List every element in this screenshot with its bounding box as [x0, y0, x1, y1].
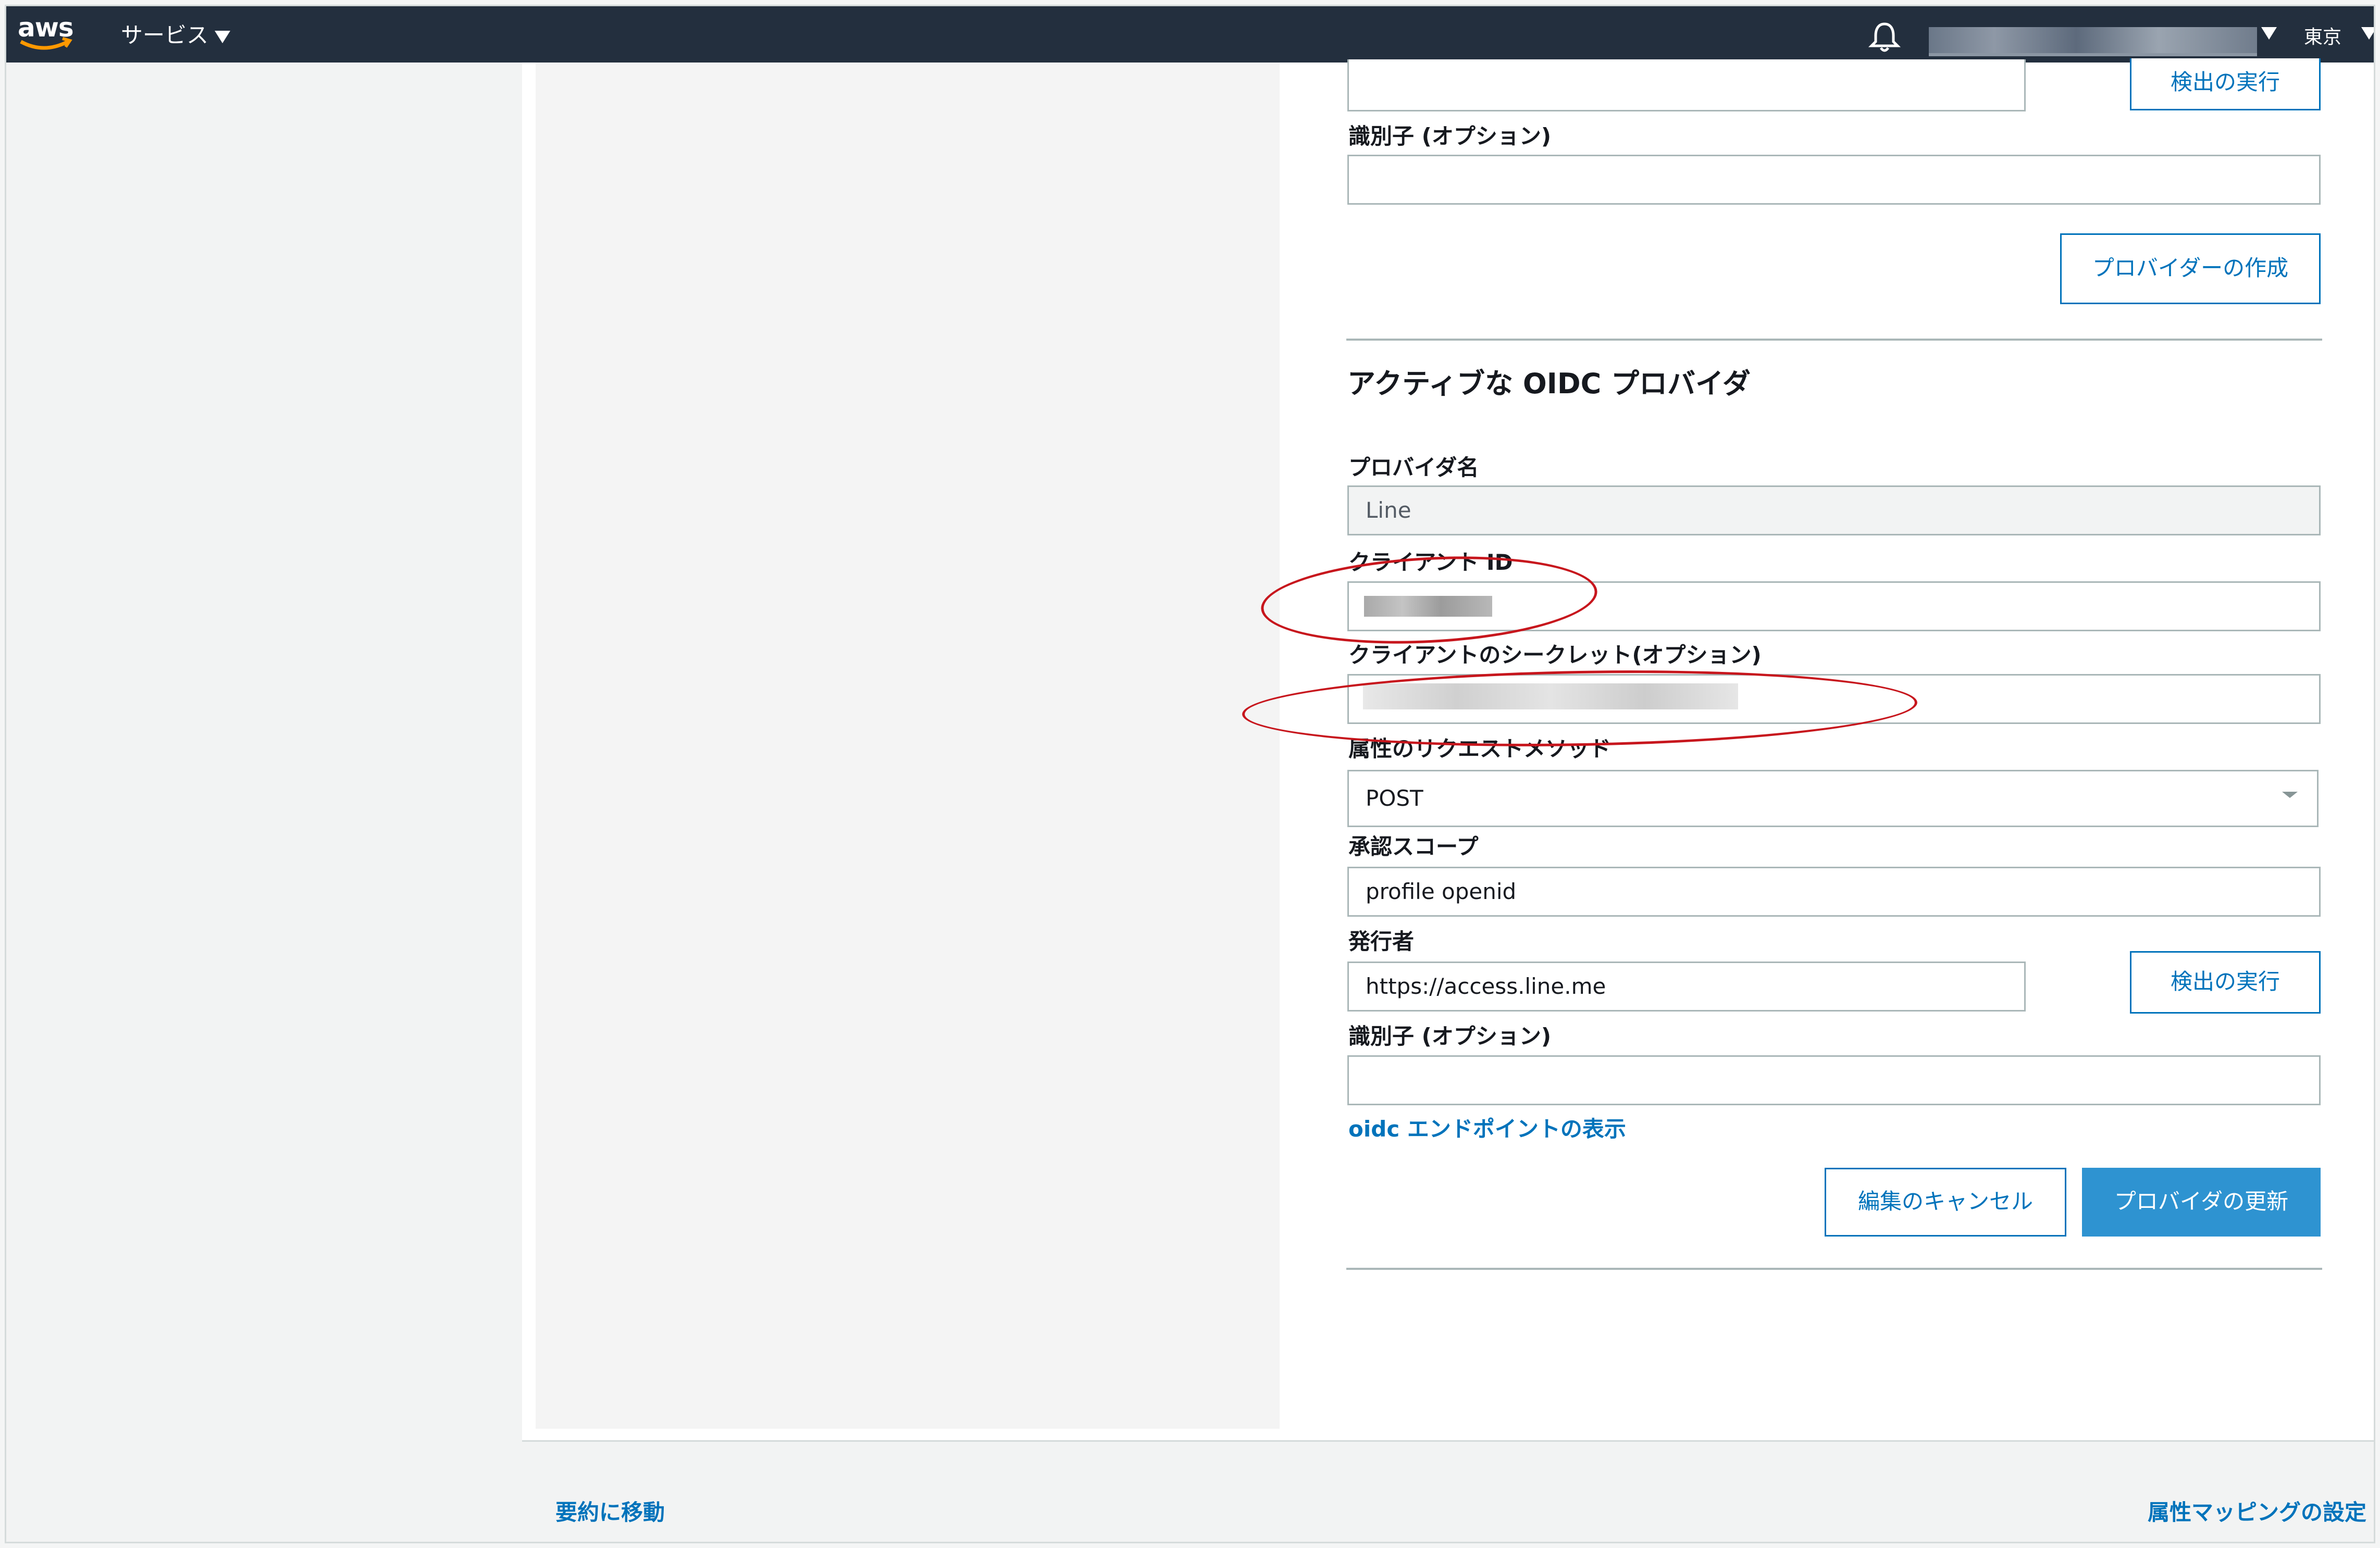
provider-name-label: プロバイダ名 — [1348, 455, 1479, 480]
oidc-endpoints-link[interactable]: oidc エンドポイントの表示 — [1348, 1112, 1626, 1143]
left-info-column — [536, 63, 1280, 1429]
chevron-down-icon — [215, 30, 231, 43]
region-selector[interactable]: 東京 — [2304, 22, 2341, 49]
update-provider-button[interactable]: プロバイダの更新 — [2082, 1168, 2321, 1237]
section-divider — [1346, 339, 2322, 341]
identifier-label: 識別子 (オプション) — [1348, 1023, 1552, 1049]
provider-name-field: Line — [1347, 485, 2321, 535]
section-divider — [1346, 1268, 2322, 1270]
section-title: アクティブな OIDC プロバイダ — [1347, 367, 1751, 400]
attr-method-select[interactable]: POST — [1347, 770, 2319, 827]
aws-smile-icon — [20, 37, 72, 50]
services-label: サービス — [121, 22, 209, 48]
account-menu-masked[interactable] — [1929, 27, 2257, 56]
attribute-mapping-link[interactable]: 属性マッピングの設定 — [2148, 1495, 2366, 1527]
prev-identifier-input[interactable] — [1347, 155, 2321, 205]
services-menu[interactable]: サービス — [121, 18, 231, 49]
scope-input[interactable]: profile openid — [1347, 867, 2321, 917]
browser-frame: aws サービス 東京 検出の実行 識別子 (オプション) プロバイダーの作成 … — [5, 5, 2375, 1543]
prev-detect-button[interactable]: 検出の実行 — [2130, 58, 2321, 110]
issuer-label: 発行者 — [1348, 929, 1415, 954]
aws-logo[interactable]: aws — [18, 13, 75, 54]
chevron-down-icon[interactable] — [2361, 27, 2374, 40]
chevron-down-icon[interactable] — [2282, 792, 2298, 798]
chevron-down-icon[interactable] — [2261, 27, 2277, 40]
bell-icon[interactable] — [1866, 19, 1903, 55]
top-navigation-bar: aws サービス 東京 — [6, 6, 2374, 63]
identifier-input[interactable] — [1347, 1055, 2321, 1105]
detect-button[interactable]: 検出の実行 — [2130, 951, 2321, 1014]
cancel-edit-button[interactable]: 編集のキャンセル — [1825, 1168, 2066, 1237]
prev-issuer-input[interactable] — [1347, 59, 2026, 111]
issuer-input[interactable]: https://access.line.me — [1347, 962, 2026, 1012]
scope-label: 承認スコープ — [1348, 834, 1479, 859]
create-provider-button[interactable]: プロバイダーの作成 — [2060, 233, 2321, 304]
go-to-summary-link[interactable]: 要約に移動 — [555, 1495, 665, 1527]
prev-identifier-label: 識別子 (オプション) — [1348, 123, 1552, 149]
